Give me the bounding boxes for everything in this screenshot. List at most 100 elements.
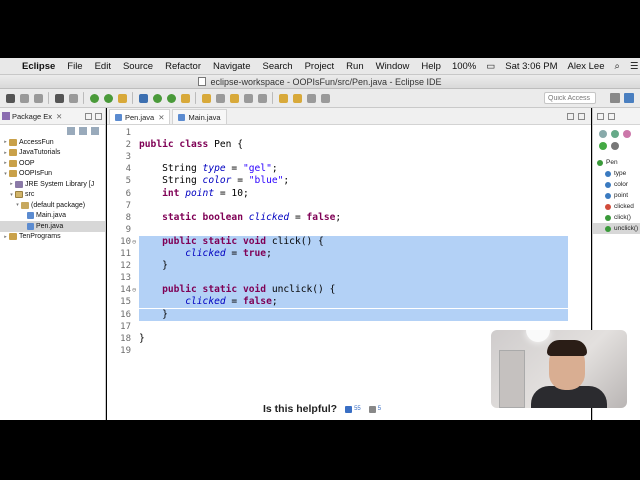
outline-member[interactable]: unclick() <box>593 223 640 234</box>
fold-toggle-icon[interactable]: ⊖ <box>132 236 136 248</box>
back-icon[interactable] <box>306 93 316 103</box>
tab-main-java[interactable]: Main.java <box>172 109 227 124</box>
outline-member[interactable]: clicked <box>593 201 640 212</box>
minimize-icon[interactable] <box>597 112 604 120</box>
outline-member-label[interactable]: type <box>614 170 626 177</box>
menu-user[interactable]: Alex Lee <box>563 61 610 72</box>
close-tab-icon[interactable]: ✕ <box>158 113 164 122</box>
code-line[interactable]: 11 clicked = true; <box>107 248 571 260</box>
code-line[interactable]: 8 static boolean clicked = false; <box>107 212 571 224</box>
tree-item-label[interactable]: JavaTutorials <box>19 149 60 156</box>
thumbs-up-count[interactable]: 55 <box>354 406 361 412</box>
new-class-icon[interactable] <box>166 93 176 103</box>
code-line[interactable]: 15 clicked = false; <box>107 296 571 308</box>
open-type-icon[interactable] <box>180 93 190 103</box>
tree-item[interactable]: ▾ src <box>0 190 105 201</box>
search-icon[interactable] <box>201 93 211 103</box>
run-icon[interactable] <box>103 93 113 103</box>
code-line[interactable]: 3 <box>107 151 571 163</box>
hide-static-icon[interactable] <box>599 142 607 150</box>
code-line[interactable]: 12 } <box>107 260 571 272</box>
tree-item-label[interactable]: Pen.java <box>36 223 63 230</box>
spotlight-search-icon[interactable]: ⌕ <box>610 61 625 72</box>
code-line[interactable]: 4 String type = "gel"; <box>107 163 571 175</box>
menu-refactor[interactable]: Refactor <box>159 61 207 72</box>
highlight-icon[interactable] <box>229 93 239 103</box>
tree-item[interactable]: ▾ (default package) <box>0 200 105 211</box>
minimize-icon[interactable] <box>85 112 92 120</box>
menu-help[interactable]: Help <box>415 61 447 72</box>
thumbs-down-count[interactable]: 5 <box>378 406 381 412</box>
menu-project[interactable]: Project <box>299 61 341 72</box>
link-with-editor-icon[interactable] <box>79 127 87 135</box>
code-line[interactable]: 2 public class Pen { <box>107 139 571 151</box>
menu-navigate[interactable]: Navigate <box>207 61 257 72</box>
code-text[interactable]: } <box>139 260 168 272</box>
code-text[interactable]: clicked = false; <box>139 296 277 308</box>
outline-member[interactable]: type <box>593 168 640 179</box>
code-text[interactable]: public static void unclick() { <box>139 284 335 296</box>
debug-icon[interactable] <box>89 93 99 103</box>
menu-window[interactable]: Window <box>370 61 416 72</box>
previous-annotation-icon[interactable] <box>292 93 302 103</box>
expanded-arrow-icon[interactable]: ▾ <box>2 171 9 177</box>
maximize-icon[interactable] <box>608 112 615 120</box>
code-line[interactable]: 5 String color = "blue"; <box>107 175 571 187</box>
tree-item-label[interactable]: OOP <box>19 160 35 167</box>
view-menu-icon[interactable] <box>611 142 619 150</box>
thumbs-up-icon[interactable] <box>345 405 353 413</box>
code-text[interactable]: clicked = true; <box>139 248 272 260</box>
tab-label[interactable]: Pen.java <box>125 113 154 122</box>
debug-perspective-icon[interactable] <box>54 93 64 103</box>
code-text[interactable]: String color = "blue"; <box>139 175 289 187</box>
outline-root-label[interactable]: Pen <box>606 159 618 166</box>
forward-icon[interactable] <box>320 93 330 103</box>
expanded-arrow-icon[interactable]: ▾ <box>14 202 21 208</box>
outline-root[interactable]: Pen <box>593 157 640 168</box>
close-icon[interactable]: ✕ <box>56 112 62 121</box>
expanded-arrow-icon[interactable]: ▾ <box>8 192 15 198</box>
menu-search[interactable]: Search <box>256 61 298 72</box>
code-line[interactable]: 13 <box>107 272 571 284</box>
outline-member-label[interactable]: clicked <box>614 203 634 210</box>
open-perspective-icon[interactable] <box>610 93 620 103</box>
new-icon[interactable] <box>5 93 15 103</box>
menu-source[interactable]: Source <box>117 61 159 72</box>
outline-member[interactable]: point <box>593 190 640 201</box>
outline-member-label[interactable]: click() <box>614 214 631 221</box>
tree-item-label[interactable]: TenPrograms <box>19 233 61 240</box>
code-text[interactable]: public static void click() { <box>139 236 324 248</box>
hide-fields-icon[interactable] <box>623 130 631 138</box>
maximize-icon[interactable] <box>578 113 585 120</box>
tree-item[interactable]: Main.java <box>0 211 105 222</box>
new-java-project-icon[interactable] <box>138 93 148 103</box>
tree-item[interactable]: ▸ JRE System Library [J <box>0 179 105 190</box>
menu-run[interactable]: Run <box>340 61 369 72</box>
tree-item-label[interactable]: (default package) <box>31 202 85 209</box>
tree-item[interactable]: ▸ JavaTutorials <box>0 148 105 159</box>
collapsed-arrow-icon[interactable]: ▸ <box>2 234 9 240</box>
tree-item[interactable]: Pen.java <box>0 221 105 232</box>
java-perspective-icon[interactable] <box>624 93 634 103</box>
menu-clock[interactable]: Sat 3:06 PM <box>500 61 562 72</box>
minimize-icon[interactable] <box>567 113 574 120</box>
tree-item-label[interactable]: JRE System Library [J <box>25 181 94 188</box>
tree-item[interactable]: ▾ OOPIsFun <box>0 169 105 180</box>
code-line[interactable]: 6 int point = 10; <box>107 188 571 200</box>
code-line[interactable]: 10 ⊖ public static void click() { <box>107 236 571 248</box>
code-line[interactable]: 7 <box>107 200 571 212</box>
next-annotation-icon[interactable] <box>278 93 288 103</box>
toggle-mark-occurrences-icon[interactable] <box>215 93 225 103</box>
battery-status[interactable]: 100% <box>447 61 481 72</box>
package-explorer-tab[interactable]: Package Ex ✕ <box>0 108 105 125</box>
app-menu[interactable]: Eclipse <box>16 61 61 72</box>
tree-item-label[interactable]: OOPIsFun <box>19 170 52 177</box>
thumbs-down-icon[interactable] <box>368 405 376 413</box>
skip-breakpoints-icon[interactable] <box>68 93 78 103</box>
view-menu-icon[interactable] <box>91 127 99 135</box>
tree-item[interactable]: ▸ AccessFun <box>0 137 105 148</box>
quick-access-input[interactable] <box>544 92 596 104</box>
maximize-icon[interactable] <box>95 112 102 120</box>
fold-toggle-icon[interactable]: ⊖ <box>132 284 136 296</box>
battery-icon[interactable]: ▭ <box>481 61 500 72</box>
